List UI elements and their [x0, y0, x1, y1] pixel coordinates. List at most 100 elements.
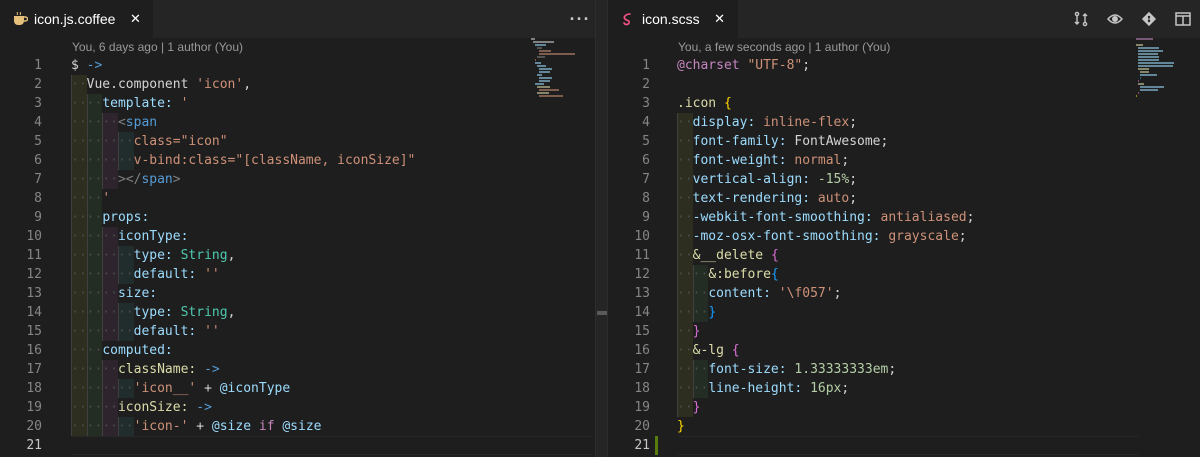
- code-line[interactable]: 10 ··-moz-osx-font-smoothing: grayscale;: [608, 227, 1200, 246]
- code-line[interactable]: 15 ··}: [608, 322, 1200, 341]
- code-line[interactable]: 14 ····}: [608, 303, 1200, 322]
- indent-guide: ··: [677, 284, 693, 303]
- compare-changes-icon[interactable]: [1064, 0, 1098, 38]
- code-line[interactable]: 14 ········type: String,: [0, 303, 595, 322]
- indent-guide: ··: [86, 94, 103, 113]
- code-token: @iconType: [219, 381, 291, 396]
- code-line[interactable]: 4 ······<span: [0, 113, 595, 132]
- code-line[interactable]: 15 ········default: '': [0, 322, 595, 341]
- code-line[interactable]: 19 ······iconSize: ->: [0, 398, 595, 417]
- code-line[interactable]: 1 @charset "UTF-8";: [608, 56, 1200, 75]
- code-token: ,: [227, 248, 236, 263]
- editor-actions-right: [1064, 0, 1200, 38]
- code-line[interactable]: 20 ········'icon-' + @size if @size: [0, 417, 595, 436]
- line-number: 11: [26, 248, 42, 263]
- code-token: }: [692, 400, 701, 415]
- code-token: normal: [794, 153, 842, 168]
- line-number: 5: [642, 134, 650, 149]
- code-token: ': [102, 191, 111, 206]
- code-line[interactable]: 11 ··&__delete {: [608, 246, 1200, 265]
- code-token: ': [180, 96, 189, 111]
- preview-icon[interactable]: [1098, 0, 1132, 38]
- more-actions-icon[interactable]: ···: [561, 0, 595, 38]
- code-line[interactable]: 10 ······iconType:: [0, 227, 595, 246]
- tab-label: icon.scss: [642, 11, 700, 27]
- code-line[interactable]: 13 ····content: '\f057';: [608, 284, 1200, 303]
- code-token: type:: [133, 248, 173, 263]
- indent-guide: ··: [117, 265, 134, 284]
- code-line[interactable]: 11 ········type: String,: [0, 246, 595, 265]
- line-number: 9: [34, 210, 42, 225]
- tab-icon-js-coffee[interactable]: icon.js.coffee ✕: [0, 0, 154, 38]
- code-token: font-weight:: [692, 153, 787, 168]
- code-line[interactable]: 16 ····computed:: [0, 341, 595, 360]
- code-line[interactable]: 7 ······></span>: [0, 170, 595, 189]
- code-line[interactable]: 2 ··Vue.component 'icon',: [0, 75, 595, 94]
- code-token: 16px: [810, 381, 842, 396]
- indent-guide: ··: [86, 113, 103, 132]
- git-blame-codelens[interactable]: You, 6 days ago | 1 author (You): [72, 38, 243, 57]
- indent-guide: ··: [71, 284, 87, 303]
- split-editor-icon[interactable]: [1166, 0, 1200, 38]
- git-icon[interactable]: [1132, 0, 1166, 38]
- code-text: ··&__delete {: [677, 246, 779, 265]
- code-line[interactable]: 16 ··&-lg {: [608, 341, 1200, 360]
- code-token: }: [677, 419, 685, 434]
- code-token: String: [180, 248, 228, 263]
- line-number: 5: [34, 134, 42, 149]
- code-line[interactable]: 4 ··display: inline-flex;: [608, 113, 1200, 132]
- code-token: text-rendering:: [692, 191, 811, 206]
- code-line[interactable]: 5 ··font-family: FontAwesome;: [608, 132, 1200, 151]
- code-line[interactable]: 19 ··}: [608, 398, 1200, 417]
- tab-icon-scss[interactable]: icon.scss ✕: [608, 0, 738, 38]
- indent-guide: ··: [102, 170, 118, 189]
- code-line[interactable]: 21: [608, 436, 1200, 455]
- indent-guide: ··: [86, 227, 103, 246]
- scrollbar-thumb[interactable]: [597, 311, 607, 315]
- code-lines[interactable]: 1 $ -> 2 ··Vue.component 'icon', 3 ····templa…: [0, 56, 595, 455]
- code-line[interactable]: 12 ········default: '': [0, 265, 595, 284]
- code-line[interactable]: 3 .icon {: [608, 94, 1200, 113]
- code-line[interactable]: 20}: [608, 417, 1200, 436]
- code-line[interactable]: 21: [0, 436, 595, 455]
- code-line[interactable]: 7 ··vertical-align: -15%;: [608, 170, 1200, 189]
- code-line[interactable]: 18 ····line-height: 16px;: [608, 379, 1200, 398]
- code-lines[interactable]: 1 @charset "UTF-8"; 2 3 .icon {4 ··display: i…: [608, 56, 1200, 455]
- indent-guide: ··: [86, 284, 103, 303]
- code-line[interactable]: 6 ········v-bind:class="[className, iconS…: [0, 151, 595, 170]
- code-line[interactable]: 3 ····template: ': [0, 94, 595, 113]
- code-line[interactable]: 8 ··text-rendering: auto;: [608, 189, 1200, 208]
- code-line[interactable]: 13 ······size:: [0, 284, 595, 303]
- close-icon[interactable]: ✕: [712, 11, 728, 27]
- code-token: String: [180, 305, 228, 320]
- code-token: >: [172, 172, 181, 187]
- code-line[interactable]: 9 ····props:: [0, 208, 595, 227]
- code-line[interactable]: 2: [608, 75, 1200, 94]
- editor-actions-left: ···: [561, 0, 595, 38]
- git-blame-codelens[interactable]: You, a few seconds ago | 1 author (You): [678, 38, 890, 57]
- indent-guide: ··: [692, 284, 709, 303]
- code-line[interactable]: 5 ········class="icon": [0, 132, 595, 151]
- code-token: computed:: [102, 343, 173, 358]
- code-line[interactable]: 1 $ ->: [0, 56, 595, 75]
- line-number: 3: [642, 96, 650, 111]
- code-line[interactable]: 6 ··font-weight: normal;: [608, 151, 1200, 170]
- line-number: 17: [634, 362, 650, 377]
- code-line[interactable]: 8 ····': [0, 189, 595, 208]
- editor-split-sash[interactable]: [595, 0, 608, 457]
- close-icon[interactable]: ✕: [127, 11, 143, 27]
- code-line[interactable]: 17 ····font-size: 1.33333333em;: [608, 360, 1200, 379]
- code-line[interactable]: 17 ······className: ->: [0, 360, 595, 379]
- code-line[interactable]: 18 ········'icon__' + @iconType: [0, 379, 595, 398]
- line-number: 10: [634, 229, 650, 244]
- code-line[interactable]: 9 ··-webkit-font-smoothing: antialiased;: [608, 208, 1200, 227]
- code-token: ,: [243, 77, 252, 92]
- code-token: class="icon": [133, 134, 228, 149]
- code-text: ········'icon__' + @iconType: [71, 379, 290, 398]
- code-line[interactable]: 12 ····&:before{: [608, 265, 1200, 284]
- indent-guide: ··: [71, 189, 87, 208]
